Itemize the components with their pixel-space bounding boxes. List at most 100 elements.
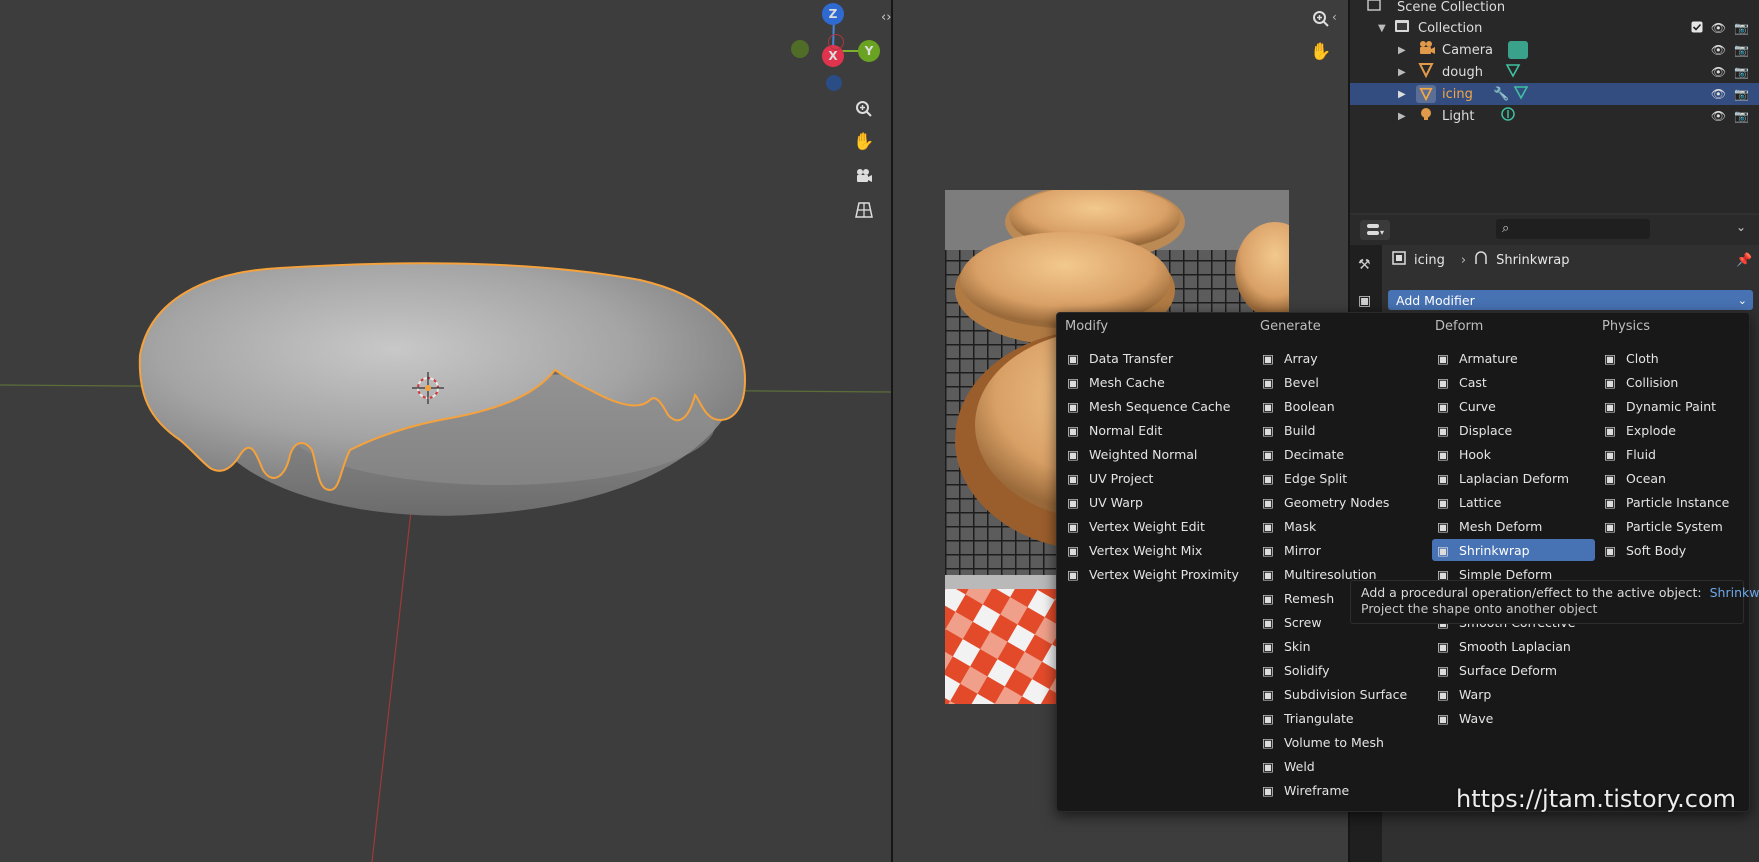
menu-item-fluid[interactable]: ▣ Fluid — [1602, 443, 1656, 465]
gizmo-neg-z-axis[interactable] — [826, 75, 842, 91]
visibility-eye-icon[interactable]: 👁 — [1711, 21, 1726, 36]
menu-item-normal-edit[interactable]: ▣ Normal Edit — [1065, 419, 1162, 441]
menu-item-shrinkwrap[interactable]: ▣ Shrinkwrap — [1432, 539, 1595, 561]
menu-item-mesh-sequence-cache[interactable]: ▣ Mesh Sequence Cache — [1065, 395, 1230, 417]
menu-item-wave[interactable]: ▣ Wave — [1435, 707, 1493, 729]
outliner-item-light[interactable]: ▶ Light 👁 📷 — [1350, 105, 1759, 127]
menu-item-particle-system[interactable]: ▣ Particle System — [1602, 515, 1723, 537]
sidebar-toggle-icon[interactable]: ‹ — [1332, 10, 1337, 24]
menu-item-data-transfer[interactable]: ▣ Data Transfer — [1065, 347, 1173, 369]
light-data-icon[interactable] — [1500, 106, 1516, 126]
ortho-grid-icon[interactable] — [850, 196, 878, 224]
pan-hand-icon[interactable]: ✋ — [850, 128, 878, 156]
mesh-data-icon[interactable] — [1513, 84, 1529, 104]
outliner-item-dough[interactable]: ▶ dough 👁 📷 — [1350, 61, 1759, 83]
menu-item-soft-body[interactable]: ▣ Soft Body — [1602, 539, 1686, 561]
area-split-arrows-icon[interactable]: ‹› — [881, 10, 891, 25]
menu-item-weld[interactable]: ▣ Weld — [1260, 755, 1315, 777]
menu-item-cloth[interactable]: ▣ Cloth — [1602, 347, 1659, 369]
zoom-icon[interactable] — [850, 95, 878, 123]
image-zoom-icon[interactable] — [1307, 5, 1335, 33]
wrench-modifier-icon[interactable]: 🔧 — [1493, 87, 1509, 102]
menu-item-vertex-weight-mix[interactable]: ▣ Vertex Weight Mix — [1065, 539, 1202, 561]
gizmo-neg-y-axis[interactable] — [791, 40, 809, 58]
mesh-data-icon[interactable] — [1505, 62, 1521, 82]
menu-item-armature[interactable]: ▣ Armature — [1435, 347, 1518, 369]
visibility-eye-icon[interactable]: 👁 — [1711, 87, 1726, 101]
menu-item-surface-deform[interactable]: ▣ Surface Deform — [1435, 659, 1557, 681]
render-camera-icon[interactable]: 📷 — [1734, 21, 1749, 36]
outliner-item-icing[interactable]: ▶ icing 🔧 👁 📷 — [1350, 83, 1759, 105]
gizmo-y-axis[interactable]: Y — [858, 40, 880, 62]
menu-item-bevel[interactable]: ▣ Bevel — [1260, 371, 1319, 393]
scene-collection-row[interactable]: Scene Collection — [1350, 0, 1759, 18]
menu-item-label: Armature — [1459, 350, 1518, 366]
menu-item-dynamic-paint[interactable]: ▣ Dynamic Paint — [1602, 395, 1716, 417]
visibility-eye-icon[interactable]: 👁 — [1711, 65, 1726, 79]
visibility-eye-icon[interactable]: 👁 — [1711, 109, 1726, 123]
collection-row[interactable]: ▼ Collection 👁 📷 — [1350, 17, 1759, 39]
properties-search-input[interactable]: ⌕ — [1496, 219, 1650, 239]
menu-item-skin[interactable]: ▣ Skin — [1260, 635, 1310, 657]
options-chevron-icon[interactable]: ⌄ — [1736, 220, 1746, 234]
menu-item-vertex-weight-edit[interactable]: ▣ Vertex Weight Edit — [1065, 515, 1205, 537]
editor-type-button[interactable]: ▾ — [1360, 220, 1390, 240]
menu-item-array[interactable]: ▣ Array — [1260, 347, 1318, 369]
visibility-eye-icon[interactable]: 👁 — [1711, 43, 1726, 57]
menu-item-lattice[interactable]: ▣ Lattice — [1435, 491, 1501, 513]
menu-item-curve[interactable]: ▣ Curve — [1435, 395, 1496, 417]
menu-item-mesh-deform[interactable]: ▣ Mesh Deform — [1435, 515, 1542, 537]
menu-item-uv-warp[interactable]: ▣ UV Warp — [1065, 491, 1143, 513]
pin-icon[interactable]: 📌 — [1736, 253, 1752, 268]
menu-item-geometry-nodes[interactable]: ▣ Geometry Nodes — [1260, 491, 1389, 513]
menu-item-ocean[interactable]: ▣ Ocean — [1602, 467, 1666, 489]
menu-item-edge-split[interactable]: ▣ Edge Split — [1260, 467, 1347, 489]
menu-item-uv-project[interactable]: ▣ UV Project — [1065, 467, 1153, 489]
collection-expand-icon[interactable]: ▼ — [1378, 23, 1386, 34]
menu-item-laplacian-deform[interactable]: ▣ Laplacian Deform — [1435, 467, 1569, 489]
gizmo-z-axis[interactable]: Z — [822, 3, 844, 25]
menu-item-remesh[interactable]: ▣ Remesh — [1260, 587, 1334, 609]
render-camera-icon[interactable]: 📷 — [1734, 109, 1749, 123]
add-modifier-button[interactable]: Add Modifier ⌄ — [1388, 290, 1753, 310]
checkbox-icon[interactable] — [1691, 21, 1703, 36]
camera-view-icon[interactable] — [850, 162, 878, 190]
menu-item-cast[interactable]: ▣ Cast — [1435, 371, 1487, 393]
menu-item-smooth-laplacian[interactable]: ▣ Smooth Laplacian — [1435, 635, 1571, 657]
menu-item-weighted-normal[interactable]: ▣ Weighted Normal — [1065, 443, 1197, 465]
menu-item-mirror[interactable]: ▣ Mirror — [1260, 539, 1321, 561]
menu-item-mesh-cache[interactable]: ▣ Mesh Cache — [1065, 371, 1165, 393]
tool-tab-icon[interactable]: ⚒ — [1358, 257, 1371, 273]
menu-item-build[interactable]: ▣ Build — [1260, 419, 1315, 441]
menu-item-wireframe[interactable]: ▣ Wireframe — [1260, 779, 1349, 801]
menu-item-triangulate[interactable]: ▣ Triangulate — [1260, 707, 1353, 729]
menu-item-screw[interactable]: ▣ Screw — [1260, 611, 1322, 633]
outliner-item-camera[interactable]: ▶ Camera 👁 📷 — [1350, 39, 1759, 61]
menu-item-subdivision-surface[interactable]: ▣ Subdivision Surface — [1260, 683, 1407, 705]
expand-arrow-icon[interactable]: ▶ — [1398, 67, 1406, 78]
menu-item-displace[interactable]: ▣ Displace — [1435, 419, 1512, 441]
expand-arrow-icon[interactable]: ▶ — [1398, 89, 1406, 100]
expand-arrow-icon[interactable]: ▶ — [1398, 45, 1406, 56]
expand-arrow-icon[interactable]: ▶ — [1398, 111, 1406, 122]
menu-item-hook[interactable]: ▣ Hook — [1435, 443, 1491, 465]
menu-item-warp[interactable]: ▣ Warp — [1435, 683, 1491, 705]
gizmo-neg-x-axis[interactable] — [828, 34, 844, 50]
menu-item-decimate[interactable]: ▣ Decimate — [1260, 443, 1344, 465]
render-camera-icon[interactable]: 📷 — [1734, 43, 1749, 57]
3d-viewport[interactable]: Z X Y ✋ — [0, 0, 891, 862]
render-camera-icon[interactable]: 📷 — [1734, 87, 1749, 101]
menu-item-mask[interactable]: ▣ Mask — [1260, 515, 1316, 537]
menu-item-collision[interactable]: ▣ Collision — [1602, 371, 1678, 393]
camera-data-icon[interactable] — [1508, 41, 1528, 59]
render-camera-icon[interactable]: 📷 — [1734, 65, 1749, 79]
menu-item-particle-instance[interactable]: ▣ Particle Instance — [1602, 491, 1729, 513]
menu-item-vertex-weight-proximity[interactable]: ▣ Vertex Weight Proximity — [1065, 563, 1239, 585]
render-tab-icon[interactable]: ▣ — [1358, 293, 1371, 309]
menu-item-volume-to-mesh[interactable]: ▣ Volume to Mesh — [1260, 731, 1384, 753]
outliner[interactable]: Scene Collection ▼ Collection 👁 📷 ▶ Came… — [1350, 0, 1759, 213]
menu-item-explode[interactable]: ▣ Explode — [1602, 419, 1676, 441]
menu-item-solidify[interactable]: ▣ Solidify — [1260, 659, 1329, 681]
menu-item-boolean[interactable]: ▣ Boolean — [1260, 395, 1335, 417]
image-pan-hand-icon[interactable]: ✋ — [1307, 38, 1335, 66]
